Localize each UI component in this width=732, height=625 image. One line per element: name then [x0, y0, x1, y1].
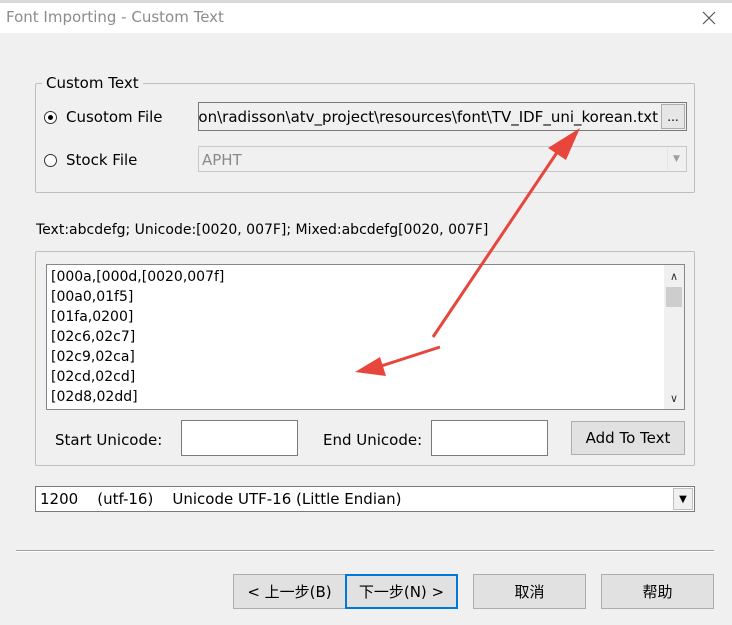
list-item[interactable]: [02d8,02dd] — [51, 387, 224, 407]
next-button[interactable]: 下一步(N) > — [345, 574, 458, 609]
add-to-text-button[interactable]: Add To Text — [571, 421, 685, 455]
help-button[interactable]: 帮助 — [601, 574, 714, 609]
list-scrollbar[interactable]: ∧ ∨ — [664, 265, 684, 409]
list-item[interactable]: [000a,[000d,[0020,007f] — [51, 267, 224, 287]
start-unicode-label: Start Unicode: — [55, 431, 163, 449]
stock-file-option[interactable]: Stock File — [44, 151, 137, 169]
list-item[interactable]: [02c6,02c7] — [51, 327, 224, 347]
chevron-down-icon: ▼ — [667, 148, 685, 170]
window-title: Font Importing - Custom Text — [6, 8, 224, 26]
close-icon — [702, 11, 716, 25]
browse-button[interactable]: ... — [661, 104, 685, 129]
stock-file-label: Stock File — [66, 151, 138, 169]
custom-file-path: :ion\radisson\atv_project\resources\font… — [198, 108, 658, 126]
custom-file-radio[interactable] — [44, 110, 57, 124]
format-hint: Text:abcdefg; Unicode:[0020, 007F]; Mixe… — [36, 222, 489, 238]
stock-file-radio[interactable] — [44, 153, 57, 167]
prev-button[interactable]: < 上一步(B) — [233, 574, 346, 609]
start-unicode-input[interactable] — [181, 420, 298, 456]
title-bar[interactable]: Font Importing - Custom Text — [0, 3, 732, 33]
stock-file-value: APHT — [202, 151, 242, 169]
unicode-range-list[interactable]: [000a,[000d,[0020,007f] [00a0,01f5] [01f… — [46, 264, 685, 410]
list-item[interactable]: [02c9,02ca] — [51, 347, 224, 367]
encoding-select[interactable]: 1200 (utf-16) Unicode UTF-16 (Little End… — [35, 486, 695, 512]
custom-file-label: Cusotom File — [66, 108, 163, 126]
close-button[interactable] — [686, 3, 732, 33]
list-item[interactable]: [01fa,0200] — [51, 307, 224, 327]
custom-file-option[interactable]: Cusotom File — [44, 108, 163, 126]
scroll-up-icon[interactable]: ∧ — [664, 266, 684, 286]
encoding-value: 1200 (utf-16) Unicode UTF-16 (Little End… — [40, 490, 402, 508]
footer-separator — [16, 550, 714, 552]
list-item[interactable]: [00a0,01f5] — [51, 287, 224, 307]
end-unicode-input[interactable] — [431, 420, 548, 456]
custom-text-group: Custom Text — [35, 74, 695, 193]
list-item[interactable]: [02cd,02cd] — [51, 367, 224, 387]
scroll-thumb[interactable] — [666, 287, 682, 307]
custom-text-legend: Custom Text — [42, 74, 143, 92]
end-unicode-label: End Unicode: — [323, 431, 423, 449]
scroll-down-icon[interactable]: ∨ — [664, 388, 684, 408]
stock-file-select[interactable]: APHT ▼ — [198, 146, 687, 172]
chevron-down-icon: ▼ — [673, 488, 693, 510]
cancel-button[interactable]: 取消 — [473, 574, 586, 609]
custom-file-path-field[interactable]: :ion\radisson\atv_project\resources\font… — [198, 102, 687, 131]
